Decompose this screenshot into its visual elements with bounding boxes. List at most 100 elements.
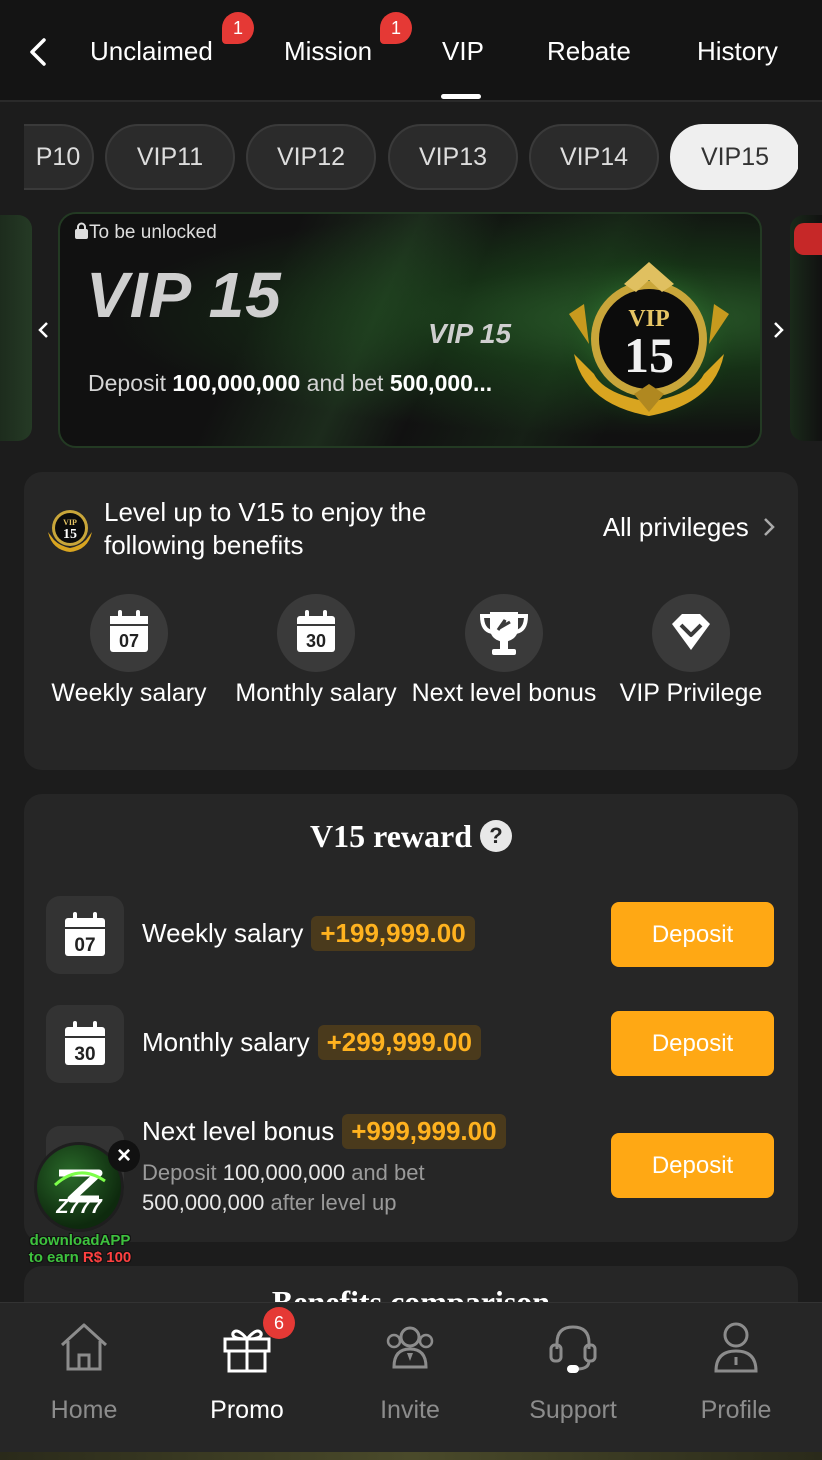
banner-requirement: Deposit 100,000,000 and bet 500,000...	[88, 370, 558, 397]
trophy-icon	[465, 594, 543, 672]
banner-title: VIP 15	[86, 259, 282, 331]
promo-earn-text: to earn	[28, 1249, 79, 1266]
banner-prev-arrow-icon[interactable]	[32, 318, 56, 342]
promo-line-2: to earn R$ 100	[20, 1249, 140, 1266]
nav-invite[interactable]: Invite	[340, 1317, 480, 1425]
deposit-button-weekly[interactable]: Deposit	[611, 902, 774, 967]
sub-deposit-label: Deposit	[142, 1160, 217, 1185]
benefits-card: VIP 15 Level up to V15 to enjoy the foll…	[24, 472, 798, 770]
deposit-amount: 100,000,000	[172, 370, 301, 396]
sub-bet-amount: 500,000,000	[142, 1190, 265, 1215]
lock-text: To be unlocked	[89, 222, 217, 243]
bottom-edge-strip	[0, 1452, 822, 1460]
tab-vip[interactable]: VIP	[442, 36, 484, 67]
nav-promo[interactable]: 6 Promo	[177, 1307, 317, 1425]
lock-icon	[75, 222, 88, 239]
vip-pill-15[interactable]: VIP15	[670, 124, 798, 190]
vip-medal-icon: VIP 15	[559, 249, 739, 424]
promo-brand: Z777	[56, 1196, 102, 1218]
svg-text:15: 15	[63, 527, 77, 542]
nav-home[interactable]: Home	[14, 1317, 154, 1425]
reward-row-monthly: Monthly salary +299,999.00	[142, 1025, 481, 1060]
next-level-card-peek[interactable]	[790, 215, 822, 441]
tab-rebate[interactable]: Rebate	[547, 36, 631, 67]
vip-pill-10[interactable]: P10	[24, 124, 94, 190]
headset-icon	[549, 1325, 597, 1373]
svg-text:07: 07	[74, 935, 95, 956]
benefit-monthly-salary[interactable]: 30 Monthly salary	[223, 594, 409, 709]
all-privileges-link[interactable]: All privileges	[603, 512, 776, 543]
prev-level-card-peek[interactable]	[0, 215, 32, 441]
reward-amount: +199,999.00	[311, 916, 475, 951]
reward-title: V15 reward?	[24, 818, 798, 855]
weekly-calendar-icon: 07	[90, 594, 168, 672]
benefit-label: Weekly salary	[51, 679, 207, 707]
nav-label: Promo	[210, 1396, 284, 1424]
vip-pill-12[interactable]: VIP12	[246, 124, 376, 190]
reward-title-text: V15 reward	[309, 818, 473, 854]
vip-level-selector: P10 VIP11 VIP12 VIP13 VIP14 VIP15	[24, 124, 798, 190]
benefit-weekly-salary[interactable]: 07 Weekly salary	[36, 594, 222, 709]
close-icon[interactable]: ×	[108, 1140, 140, 1172]
current-tag-peek	[794, 223, 822, 255]
medal-level-number: 15	[624, 327, 674, 383]
vip-pill-14[interactable]: VIP14	[529, 124, 659, 190]
reward-row-weekly: Weekly salary +199,999.00	[142, 916, 475, 951]
benefit-vip-privilege[interactable]: VIP Privilege	[598, 594, 784, 709]
nav-label: Support	[529, 1396, 617, 1424]
tab-history[interactable]: History	[697, 36, 778, 67]
small-vip-medal-icon: VIP 15	[48, 510, 92, 552]
invite-people-icon	[386, 1326, 434, 1369]
and-bet-text: and bet	[306, 370, 384, 396]
help-icon[interactable]: ?	[480, 820, 513, 852]
weekly-calendar-icon: 07	[46, 896, 124, 974]
promo-line-1: downloadAPP	[29, 1232, 131, 1249]
next-level-requirement: Deposit 100,000,000 and bet 500,000,000 …	[142, 1158, 425, 1218]
vip-pill-label: P10	[35, 143, 81, 171]
benefit-label: Next level bonus	[411, 679, 597, 707]
all-privileges-label: All privileges	[602, 512, 749, 542]
deposit-button-next-level[interactable]: Deposit	[611, 1133, 774, 1198]
active-tab-indicator	[441, 94, 481, 99]
vip-level-banner: To be unlocked VIP 15 VIP 15 Deposit 100…	[58, 212, 762, 448]
nav-support[interactable]: Support	[503, 1317, 643, 1425]
nav-label: Home	[50, 1396, 118, 1424]
reward-card: V15 reward? 07 Weekly salary +199,999.00 …	[24, 794, 798, 1242]
vip-pill-11[interactable]: VIP11	[105, 124, 235, 190]
chevron-right-icon	[764, 518, 775, 536]
promo-amount: R$ 100	[82, 1249, 132, 1266]
diamond-icon	[652, 594, 730, 672]
lock-status: To be unlocked	[74, 222, 217, 244]
tab-unclaimed[interactable]: Unclaimed	[90, 36, 213, 67]
deposit-prefix: Deposit	[88, 370, 166, 396]
reward-row-next-level: Next level bonus +999,999.00	[142, 1114, 506, 1149]
mission-badge: 1	[380, 12, 412, 44]
reward-label: Next level bonus	[142, 1116, 335, 1146]
back-arrow-icon[interactable]	[24, 34, 54, 70]
nav-profile[interactable]: Profile	[666, 1317, 806, 1425]
sub-deposit-amount: 100,000,000	[222, 1160, 346, 1185]
svg-text:30: 30	[74, 1044, 95, 1065]
banner-next-arrow-icon[interactable]	[766, 318, 790, 342]
sub-and-bet-label: and bet	[351, 1160, 425, 1185]
benefits-title: Level up to V15 to enjoy the following b…	[104, 497, 427, 560]
reward-amount: +299,999.00	[317, 1025, 481, 1060]
top-tab-bar: Unclaimed 1 Mission 1 VIP Rebate History	[0, 0, 822, 102]
unclaimed-badge: 1	[222, 12, 254, 44]
home-icon	[60, 1323, 108, 1371]
nav-label: Profile	[700, 1396, 772, 1424]
profile-icon	[714, 1322, 758, 1373]
benefit-next-level-bonus[interactable]: Next level bonus	[411, 594, 597, 709]
bottom-navigation: Home 6 Promo Invite Support Profile	[0, 1302, 822, 1452]
svg-text:30: 30	[306, 631, 326, 651]
vip-pill-13[interactable]: VIP13	[388, 124, 518, 190]
tab-mission[interactable]: Mission	[284, 36, 372, 67]
bet-amount: 500,000...	[389, 370, 493, 396]
benefit-label: VIP Privilege	[619, 679, 763, 707]
benefit-label: Monthly salary	[235, 679, 397, 707]
deposit-button-monthly[interactable]: Deposit	[611, 1011, 774, 1076]
monthly-calendar-icon: 30	[46, 1005, 124, 1083]
banner-subtitle: VIP 15	[428, 318, 512, 349]
download-app-promo[interactable]: Z777 × downloadAPP to earn R$ 100	[20, 1138, 140, 1268]
svg-text:VIP: VIP	[63, 518, 77, 527]
